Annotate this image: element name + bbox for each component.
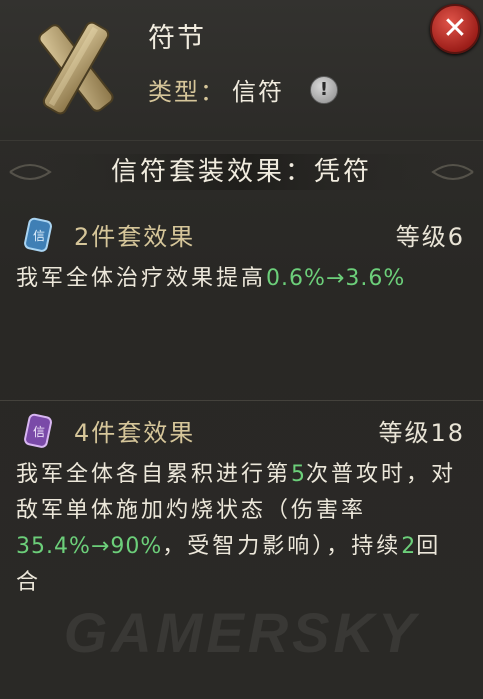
purple-token-icon: 信 — [24, 413, 52, 448]
effect-description: 我军全体各自累积进行第5次普攻时，对敌军单体施加灼烧状态（伤害率35.4%→90… — [16, 457, 466, 601]
svg-text:信: 信 — [33, 229, 45, 243]
effect-text: ，受智力影响），持续 — [162, 534, 402, 559]
exclamation-icon[interactable]: ! — [310, 75, 338, 104]
effect-description: 我军全体治疗效果提高0.6%→3.6% — [16, 261, 466, 297]
watermark: GAMERSKY — [63, 601, 420, 664]
set-effect-title: 信符套装效果：凭符 — [110, 157, 372, 187]
effect-text: 我军全体各自累积进行第 — [16, 462, 292, 487]
item-header: 符节 类型： 信符 ! ✕ — [0, 0, 483, 141]
effect-duration: 2 — [401, 534, 417, 559]
effect-header: 信 2件套效果 等级6 — [20, 215, 465, 255]
tally-scroll-icon — [38, 21, 114, 115]
type-label: 类型： — [148, 78, 226, 106]
close-button[interactable]: ✕ — [430, 4, 480, 54]
set-effect-2pc: 信 2件套效果 等级6 我军全体治疗效果提高0.6%→3.6% — [0, 205, 483, 395]
item-tooltip-panel: 符节 类型： 信符 ! ✕ 信符套装效果：凭符 信 2件套效果 等级6 我军全体… — [0, 0, 483, 698]
effect-text: 我军全体治疗效果提高 — [16, 266, 267, 291]
effect-value: 0.6%→3.6% — [266, 266, 406, 291]
effect-count: 5 — [291, 462, 307, 487]
effect-level: 等级6 — [395, 223, 465, 251]
effect-value: 35.4%→90% — [16, 534, 163, 559]
effect-level: 等级18 — [378, 419, 465, 447]
type-value: 信符 — [232, 78, 284, 106]
item-type-row: 类型： 信符 ! — [148, 72, 338, 107]
item-name: 符节 — [148, 23, 206, 54]
blue-token-icon: 信 — [24, 217, 52, 252]
close-x-icon: ✕ — [442, 11, 468, 46]
effect-title: 4件套效果 — [74, 419, 196, 447]
effect-header: 信 4件套效果 等级18 — [20, 411, 465, 451]
svg-text:信: 信 — [33, 425, 45, 439]
set-effect-banner: 信符套装效果：凭符 — [0, 150, 483, 194]
effect-title: 2件套效果 — [74, 223, 196, 251]
